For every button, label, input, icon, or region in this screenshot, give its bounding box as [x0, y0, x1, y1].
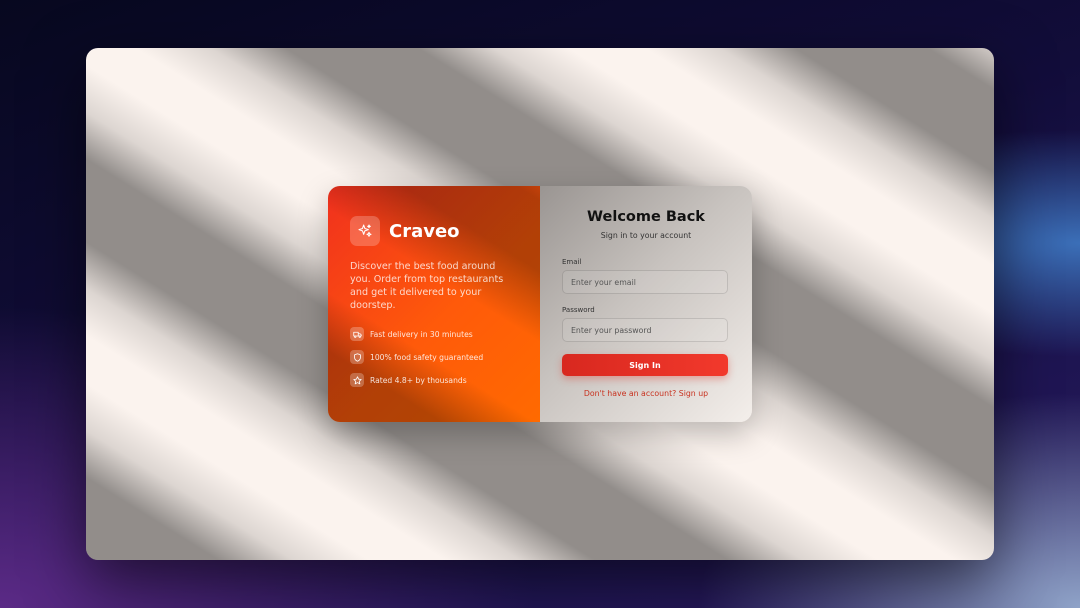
brand-header: Craveo	[350, 216, 518, 246]
brand-panel: Craveo Discover the best food around you…	[328, 186, 540, 422]
sign-in-button[interactable]: Sign In	[562, 354, 728, 376]
email-field[interactable]	[562, 270, 728, 294]
feature-list: Fast delivery in 30 minutes 100% food sa…	[350, 326, 518, 388]
page-title: Welcome Back	[587, 209, 705, 225]
truck-icon	[350, 327, 364, 341]
feature-item: Rated 4.8+ by thousands	[350, 372, 518, 388]
login-form-panel: Welcome Back Sign in to your account Ema…	[540, 186, 752, 422]
shield-icon	[350, 350, 364, 364]
sign-up-link[interactable]: Don't have an account? Sign up	[584, 389, 708, 398]
brand-name: Craveo	[389, 220, 460, 242]
password-label: Password	[562, 306, 595, 314]
feature-text: Fast delivery in 30 minutes	[370, 329, 473, 339]
password-field[interactable]	[562, 318, 728, 342]
feature-item: 100% food safety guaranteed	[350, 349, 518, 365]
browser-window: Craveo Discover the best food around you…	[86, 48, 994, 560]
feature-text: Rated 4.8+ by thousands	[370, 375, 467, 385]
email-label: Email	[562, 258, 582, 266]
brand-tagline: Discover the best food around you. Order…	[350, 261, 504, 311]
feature-item: Fast delivery in 30 minutes	[350, 326, 518, 342]
login-card: Craveo Discover the best food around you…	[328, 186, 752, 422]
star-icon	[350, 373, 364, 387]
sparkles-icon	[350, 216, 380, 246]
page-subtitle: Sign in to your account	[600, 231, 692, 240]
feature-text: 100% food safety guaranteed	[370, 352, 484, 362]
